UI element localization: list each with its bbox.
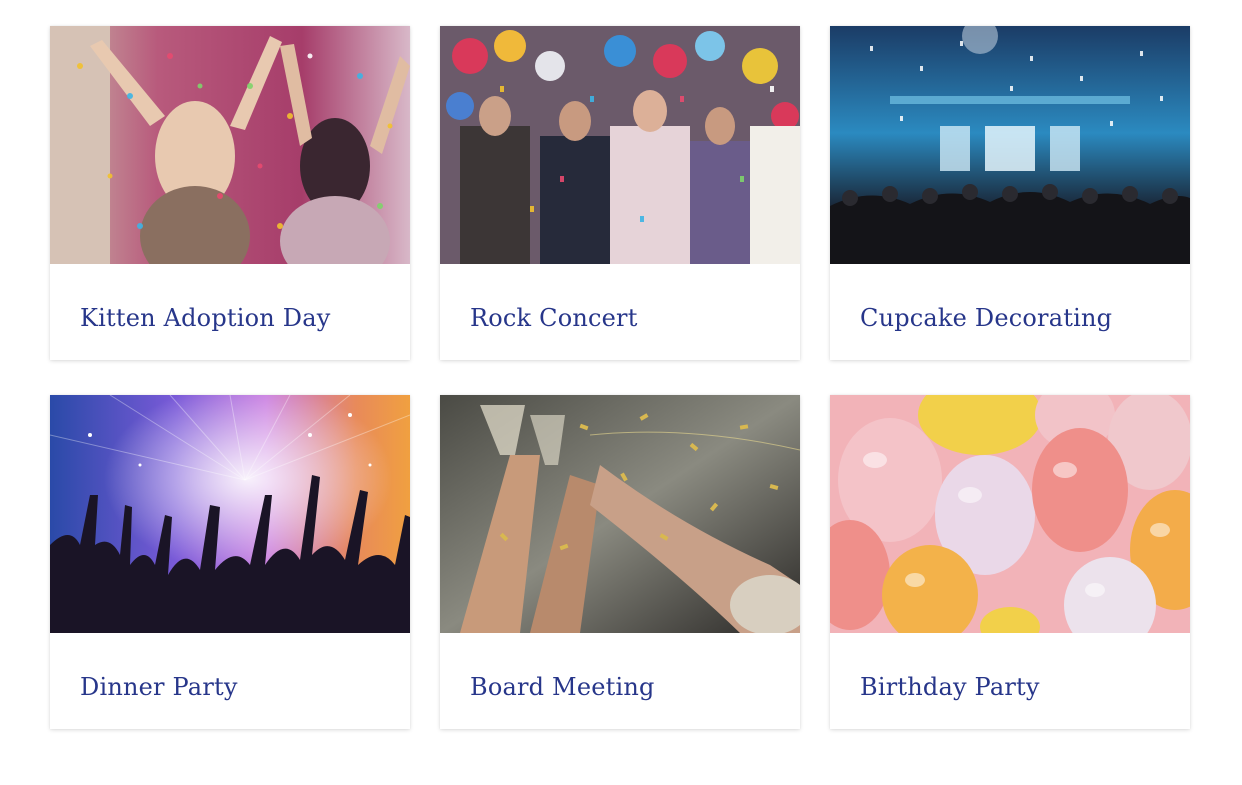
event-card-body: Board Meeting (440, 633, 800, 729)
event-image-confetti-crowd[interactable] (440, 26, 800, 264)
event-image-pastel-balloons[interactable] (830, 395, 1190, 633)
event-title[interactable]: Kitten Adoption Day (80, 304, 330, 332)
event-image-champagne-toast[interactable] (440, 395, 800, 633)
event-card[interactable]: Birthday Party (830, 395, 1190, 729)
event-title[interactable]: Cupcake Decorating (860, 304, 1112, 332)
event-title[interactable]: Board Meeting (470, 673, 655, 701)
event-card-body: Kitten Adoption Day (50, 264, 410, 360)
event-card[interactable]: Rock Concert (440, 26, 800, 360)
event-card-grid: Kitten Adoption Day Rock Concert Cupcake… (50, 26, 1190, 729)
event-card-body: Cupcake Decorating (830, 264, 1190, 360)
event-card-body: Birthday Party (830, 633, 1190, 729)
event-title[interactable]: Rock Concert (470, 304, 638, 332)
event-card[interactable]: Cupcake Decorating (830, 26, 1190, 360)
event-image-dancing-silhouettes[interactable] (50, 395, 410, 633)
event-card[interactable]: Kitten Adoption Day (50, 26, 410, 360)
event-card-body: Rock Concert (440, 264, 800, 360)
event-card[interactable]: Board Meeting (440, 395, 800, 729)
event-title[interactable]: Birthday Party (860, 673, 1040, 701)
event-title[interactable]: Dinner Party (80, 673, 238, 701)
event-image-confetti-women[interactable] (50, 26, 410, 264)
event-card-body: Dinner Party (50, 633, 410, 729)
event-card[interactable]: Dinner Party (50, 395, 410, 729)
event-image-nightclub[interactable] (830, 26, 1190, 264)
